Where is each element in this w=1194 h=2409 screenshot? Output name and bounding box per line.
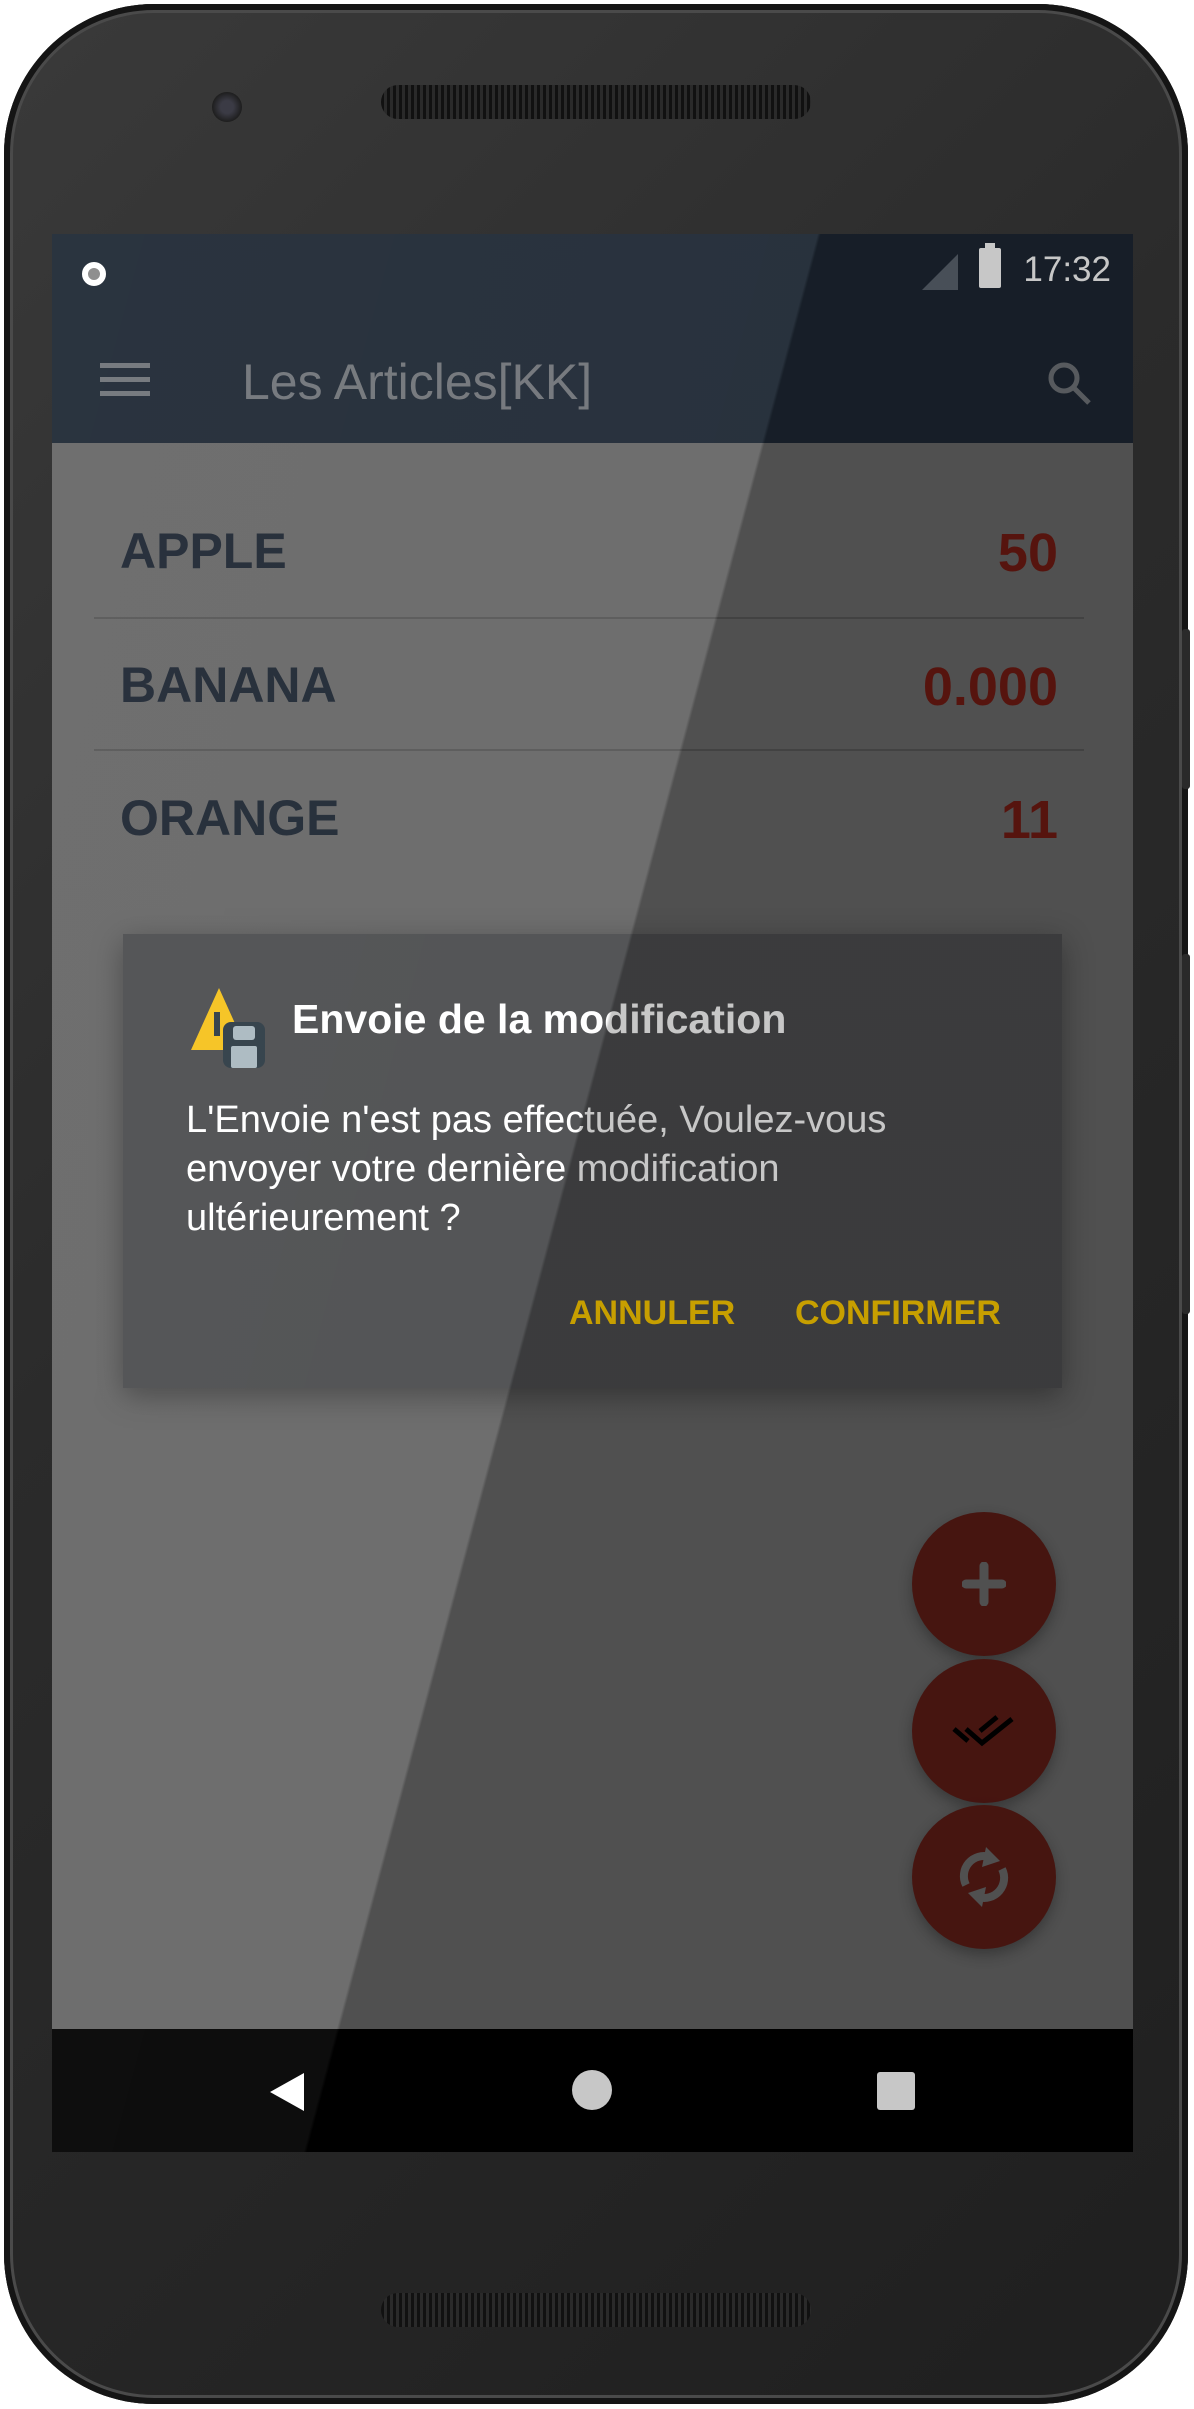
plus-icon	[962, 1562, 1006, 1606]
top-speaker	[381, 85, 811, 119]
article-name: APPLE	[120, 523, 287, 579]
app-bar: Les Articles[KK]	[52, 317, 1133, 443]
menu-icon[interactable]	[100, 363, 150, 397]
recents-icon[interactable]	[877, 2072, 915, 2110]
status-bar: 17:32	[52, 234, 1133, 317]
article-name: ORANGE	[120, 790, 340, 846]
double-check-icon	[952, 1715, 1014, 1747]
notification-icon	[82, 262, 106, 286]
warning-save-icon	[191, 988, 265, 1068]
sync-icon	[959, 1847, 1009, 1907]
confirm-button[interactable]: CONFIRMER	[795, 1294, 1001, 1333]
list-item[interactable]: BANANA 0.000	[94, 618, 1084, 750]
page-title: Les Articles[KK]	[242, 354, 593, 410]
dialog-title: Envoie de la modification	[292, 996, 787, 1042]
bottom-speaker	[381, 2293, 811, 2327]
article-name: BANANA	[120, 657, 337, 713]
status-time: 17:32	[1023, 250, 1111, 289]
article-value: 50	[997, 523, 1058, 583]
add-button[interactable]	[912, 1512, 1056, 1656]
confirm-dialog: Envoie de la modification L'Envoie n'est…	[123, 934, 1062, 1388]
validate-all-button[interactable]	[912, 1659, 1056, 1803]
navigation-bar	[52, 2029, 1133, 2152]
front-camera	[212, 92, 242, 122]
back-icon[interactable]	[270, 2073, 304, 2111]
signal-icon	[922, 254, 958, 290]
home-icon[interactable]	[572, 2070, 612, 2110]
sync-button[interactable]	[912, 1805, 1056, 1949]
dialog-message: L'Envoie n'est pas effectuée, Voulez-vou…	[186, 1099, 887, 1239]
power-button	[1182, 629, 1190, 789]
list-item[interactable]: ORANGE 11	[94, 751, 1084, 883]
battery-icon	[979, 243, 1001, 288]
list-item[interactable]: APPLE 50	[94, 484, 1084, 616]
volume-button	[1182, 954, 1190, 1314]
search-icon[interactable]	[1045, 359, 1093, 407]
cancel-button[interactable]: ANNULER	[569, 1294, 735, 1333]
article-value: 0.000	[922, 657, 1058, 717]
article-value: 11	[1000, 790, 1058, 850]
screen: 17:32 Les Articles[KK] APPLE 50 BANANA 0…	[52, 234, 1133, 2152]
